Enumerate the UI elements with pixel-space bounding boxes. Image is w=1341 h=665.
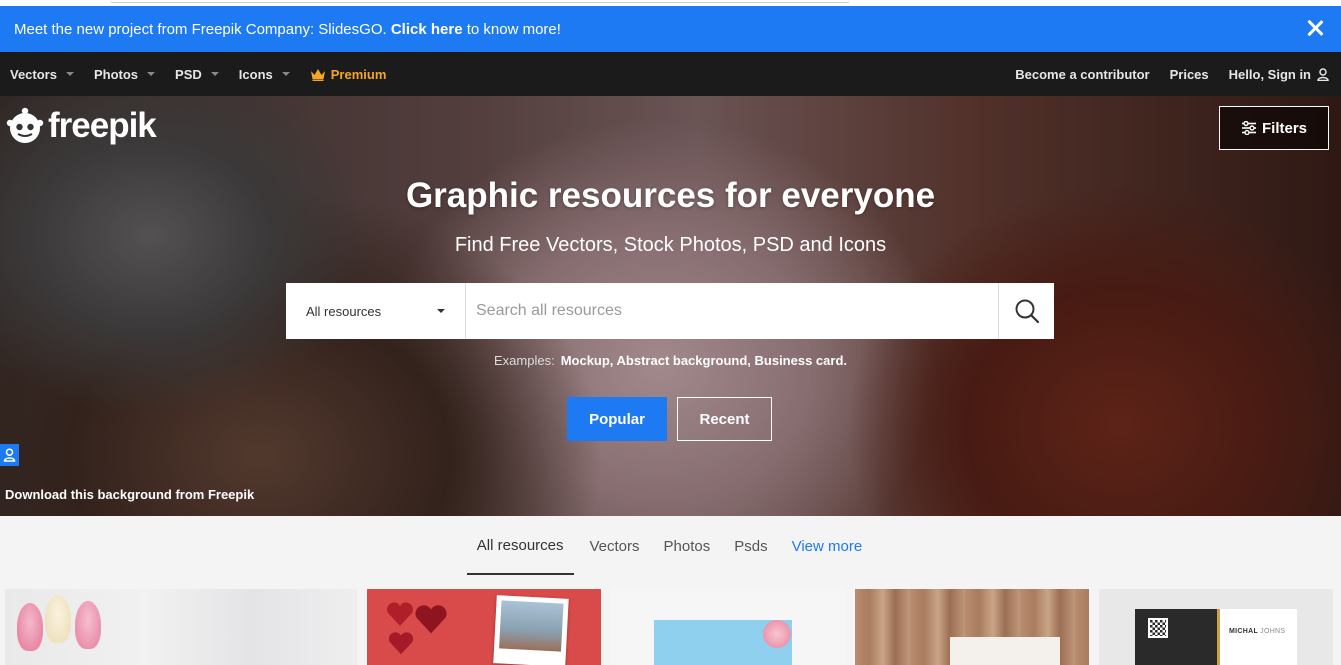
- become-contributor-link[interactable]: Become a contributor: [1015, 67, 1149, 82]
- tulip-shape: [17, 603, 43, 651]
- tab-view-more[interactable]: View more: [780, 517, 875, 575]
- banner-link[interactable]: Click here: [391, 21, 463, 38]
- resource-thumbnail[interactable]: [611, 589, 845, 665]
- nav-item-label: PSD: [175, 66, 202, 82]
- browser-url-bar-edge: [110, 0, 850, 3]
- popular-button[interactable]: Popular: [567, 397, 667, 441]
- chevron-down-icon: [437, 309, 445, 313]
- resource-thumbnail[interactable]: [5, 589, 357, 665]
- banner-text-after: to know more!: [462, 20, 561, 38]
- search-input[interactable]: [466, 283, 998, 339]
- tab-all-resources[interactable]: All resources: [466, 517, 574, 575]
- search-examples: Examples: Mockup, Abstract background, Bu…: [0, 353, 1341, 368]
- heart-icon: [388, 632, 414, 655]
- paper-shape: [950, 637, 1060, 665]
- nav-item-label: Icons: [238, 66, 273, 82]
- examples-links[interactable]: Mockup, Abstract background, Business ca…: [561, 353, 847, 368]
- chevron-down-icon: [210, 72, 219, 76]
- search-icon: [1015, 299, 1039, 324]
- resource-grid: MICHAL JOHNS: [0, 589, 1341, 665]
- card-last-name: JOHNS: [1260, 628, 1286, 635]
- resource-type-value: All resources: [306, 303, 382, 319]
- business-card-name: MICHAL JOHNS: [1229, 628, 1285, 635]
- tab-psds[interactable]: Psds: [722, 517, 779, 575]
- user-icon: [1317, 67, 1329, 81]
- nav-item-label: Vectors: [10, 66, 57, 82]
- resource-thumbnail[interactable]: MICHAL JOHNS: [1099, 589, 1333, 665]
- qr-code-icon: [1148, 618, 1168, 638]
- recent-button[interactable]: Recent: [677, 397, 772, 441]
- search-button[interactable]: [998, 283, 1054, 339]
- banner-text-before: Meet the new project from Freepik Compan…: [14, 20, 391, 38]
- background-credit-link[interactable]: Download this background from Freepik: [5, 487, 254, 502]
- user-icon: [3, 448, 16, 462]
- tulip-shape: [75, 601, 101, 649]
- resource-tabs: All resources Vectors Photos Psds View m…: [0, 516, 1341, 576]
- polaroid-image: [499, 600, 564, 652]
- chevron-down-icon: [147, 72, 156, 76]
- resource-thumbnail[interactable]: [367, 589, 601, 665]
- chevron-down-icon: [281, 72, 290, 76]
- business-card-light: [1217, 609, 1297, 665]
- nav-item-icons[interactable]: Icons: [239, 67, 290, 82]
- close-icon[interactable]: [1303, 16, 1327, 40]
- sign-in-label: Hello, Sign in: [1228, 66, 1311, 82]
- prices-link[interactable]: Prices: [1170, 67, 1209, 82]
- page-subtitle: Find Free Vectors, Stock Photos, PSD and…: [454, 234, 887, 256]
- premium-label: Premium: [330, 66, 387, 82]
- page-title: Graphic resources for everyone: [405, 176, 936, 215]
- polaroid-photo: [493, 595, 569, 665]
- nav-right: Become a contributor Prices Hello, Sign …: [995, 52, 1329, 96]
- resource-thumbnail[interactable]: [855, 589, 1089, 665]
- nav-item-premium[interactable]: Premium: [310, 66, 387, 82]
- nav-menu: Vectors Photos PSD Icons Premium: [0, 67, 406, 82]
- top-nav: Vectors Photos PSD Icons Premium Become …: [0, 52, 1341, 96]
- resource-type-select[interactable]: All resources: [286, 283, 466, 339]
- flower-shape: [763, 620, 791, 648]
- sliders-icon: [1241, 121, 1256, 135]
- search-bar: All resources: [286, 283, 1054, 339]
- crown-icon: [310, 68, 325, 81]
- filters-button[interactable]: Filters: [1219, 106, 1329, 150]
- nav-item-vectors[interactable]: Vectors: [10, 67, 74, 82]
- examples-label: Examples:: [493, 353, 555, 368]
- card-first-name: MICHAL: [1229, 628, 1258, 635]
- chevron-down-icon: [65, 72, 74, 76]
- sign-in-link[interactable]: Hello, Sign in: [1229, 67, 1329, 82]
- logo-text: freepik: [48, 106, 157, 145]
- promo-banner: Meet the new project from Freepik Compan…: [0, 6, 1341, 52]
- heart-icon: [387, 602, 413, 626]
- nav-item-photos[interactable]: Photos: [93, 66, 156, 82]
- filters-label: Filters: [1261, 119, 1307, 137]
- banner-text: Meet the new project from Freepik Compan…: [14, 21, 561, 38]
- nav-item-psd[interactable]: PSD: [175, 67, 219, 82]
- author-badge[interactable]: [0, 444, 19, 466]
- tab-vectors[interactable]: Vectors: [578, 517, 652, 575]
- tab-photos[interactable]: Photos: [652, 517, 723, 575]
- freepik-logo-icon: [6, 107, 44, 143]
- heart-icon: [415, 605, 447, 634]
- nav-item-label: Photos: [93, 66, 139, 82]
- hero-section: freepik Filters Graphic resources for ev…: [0, 96, 1341, 516]
- freepik-logo[interactable]: freepik: [6, 106, 157, 146]
- tulip-shape: [45, 595, 71, 643]
